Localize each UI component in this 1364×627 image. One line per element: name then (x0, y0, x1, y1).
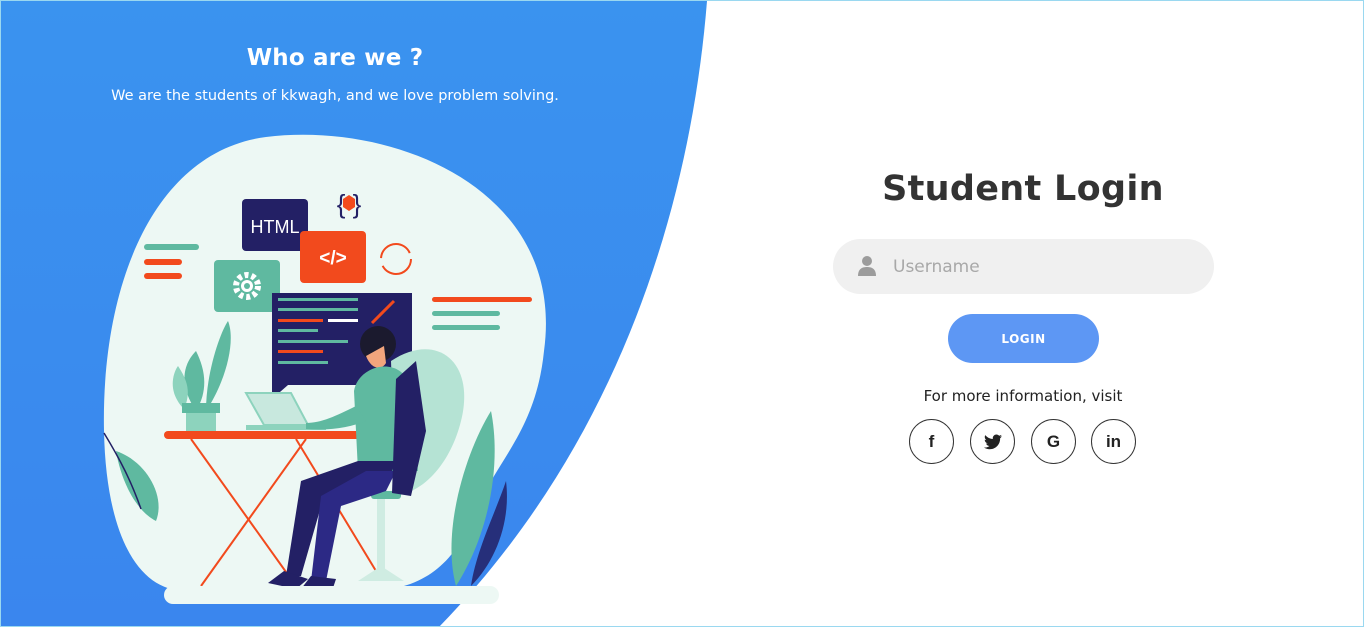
login-button[interactable]: LOGIN (948, 314, 1099, 363)
username-input[interactable] (893, 239, 1193, 294)
twitter-icon (983, 434, 1002, 449)
username-field[interactable] (833, 239, 1214, 294)
facebook-icon: f (928, 431, 935, 451)
about-title: Who are we ? (246, 45, 424, 71)
user-icon (858, 256, 876, 276)
google-link[interactable]: G (1031, 419, 1076, 464)
about-subtitle: We are the students of kkwagh, and we lo… (111, 88, 559, 104)
html-card-label: HTML (251, 217, 300, 237)
linkedin-link[interactable]: in (1091, 419, 1136, 464)
login-title: Student Login (882, 169, 1164, 209)
linkedin-icon: in (1105, 431, 1122, 451)
page-frame: Who are we ? We are the students of kkwa… (0, 0, 1364, 627)
desk (164, 431, 369, 439)
google-icon: G (1046, 431, 1061, 451)
floor (164, 586, 499, 604)
code-card-label: </> (319, 248, 346, 269)
developer-illustration: HTML { } </> (103, 134, 546, 604)
facebook-link[interactable]: f (909, 419, 954, 464)
more-info-text: For more information, visit (923, 387, 1123, 405)
twitter-link[interactable] (970, 419, 1015, 464)
